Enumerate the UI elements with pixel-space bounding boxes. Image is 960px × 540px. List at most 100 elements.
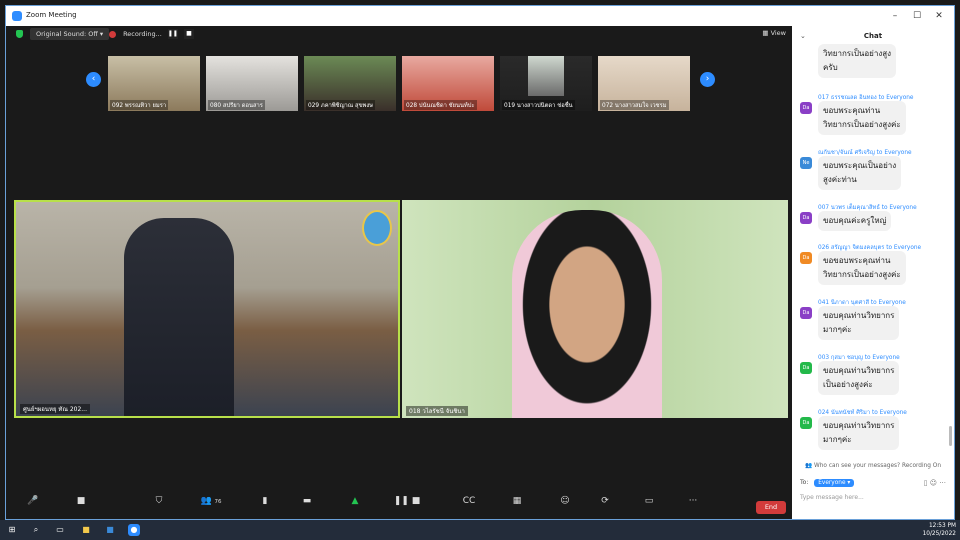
chat-actions: ▯ ☺ ··· (924, 479, 946, 487)
speaker-silhouette (124, 218, 234, 416)
recipient-select[interactable]: Everyone ▾ (814, 479, 855, 487)
maximize-button[interactable]: ☐ (906, 8, 928, 24)
shield-icon: ⛉ (155, 496, 163, 506)
message-line: ขอบคุณท่านวิทยากร (823, 366, 895, 375)
meeting-toolbar: 🎤 ■ ⛉ 👥 76 ▮ ▬ ▲ ❚❚ ■ CC ▦ ☺ ⟳ ▭ ··· End (6, 493, 792, 519)
window-title: Zoom Meeting (26, 11, 77, 19)
avatar: Da (800, 362, 812, 374)
more-button[interactable]: ··· (678, 496, 708, 506)
message-bubble: ขอบพระคุณท่าน วิทยากรเป็นอย่างสูงค่ะ (818, 101, 906, 135)
security-button[interactable]: ⛉ (144, 496, 174, 506)
participant-silhouette (512, 210, 662, 418)
breakout-rooms-button[interactable]: ▦ (502, 496, 532, 506)
app-icon[interactable]: ■ (104, 524, 116, 536)
people-icon: 👥 (804, 463, 815, 469)
emoji-icon[interactable]: ☺ (930, 479, 937, 487)
avatar: Ne (800, 157, 812, 169)
clock-date: 10/25/2022 (922, 531, 956, 537)
participant-thumbnail[interactable]: 029 ภคาพิชิญาณ สุขพงษ (304, 56, 396, 111)
view-grid-icon: ▦ (762, 29, 771, 37)
notice-text: Who can see your messages? Recording On (814, 463, 942, 469)
message-line: ขอขอบพระคุณท่าน (823, 256, 891, 265)
polls-icon: ▮ (262, 496, 268, 506)
prev-page-button[interactable]: ‹ (86, 72, 101, 87)
participant-thumbnail[interactable]: 019 นางสาวปนิตดา ช่อชื่น (500, 56, 592, 111)
more-icon[interactable]: ··· (939, 479, 946, 487)
message-bubble: ขอบคุณค่ะครูใหญ่ (818, 211, 892, 231)
closed-caption-button[interactable]: CC (454, 496, 484, 506)
message-line: วิทยากรเป็นอย่างสูง (823, 49, 892, 58)
breakout-rooms-icon: ▦ (512, 496, 522, 506)
video-name-label: ศูนย์ฯผอนหยุ ทัณ 202... (20, 404, 90, 414)
chat-button[interactable]: ▬ (292, 496, 322, 506)
apps-icon: ⟳ (601, 496, 609, 506)
participant-thumbnail[interactable]: 092 พรรณทิวา ยมรา (108, 56, 200, 111)
message-line: มากๆค่ะ (823, 325, 852, 334)
message-line: ขอบคุณค่ะครูใหญ่ (823, 216, 887, 225)
avatar: Da (800, 212, 812, 224)
participant-thumbnail[interactable]: 028 ปนันณชิดา ชัยนนท์ปะ (402, 56, 494, 111)
file-explorer-icon[interactable]: ■ (80, 524, 92, 536)
participants-button[interactable]: 👥 76 (196, 496, 226, 506)
active-speaker-video[interactable]: ศูนย์ฯผอนหยุ ทัณ 202... (14, 200, 400, 418)
chat-message-list[interactable]: วิทยากรเป็นอย่างสูง ครับ 017 ธรรชณลด อิน… (792, 44, 954, 452)
record-icon: ❚❚ ■ (393, 496, 421, 506)
close-button[interactable]: ✕ (928, 8, 950, 24)
view-button[interactable]: ▦ View (762, 29, 786, 37)
participant-thumbnail[interactable]: 080 สปรียา ดอนสาร (206, 56, 298, 111)
message-line: ครับ (823, 63, 838, 72)
participants-count: 76 (214, 499, 222, 505)
participant-thumbnail[interactable]: 072 นางสาวสมใจ เวชรม (598, 56, 690, 111)
recording-label: Recording... (123, 30, 162, 38)
share-screen-icon: ▲ (351, 496, 359, 506)
stop-recording-icon[interactable]: ■ (183, 29, 194, 39)
title-bar: Zoom Meeting – ☐ ✕ (6, 6, 954, 26)
recipient-value: Everyone (818, 480, 846, 486)
next-page-button[interactable]: › (700, 72, 715, 87)
message-line: มากๆค่ะ (823, 435, 852, 444)
participants-icon: 👥 (200, 496, 212, 506)
polls-button[interactable]: ▮ (250, 496, 280, 506)
windows-start-icon[interactable]: ⊞ (6, 524, 18, 536)
message-line: ขอบพระคุณท่าน (823, 106, 881, 115)
task-view-icon[interactable]: ▭ (54, 524, 66, 536)
pause-recording-icon[interactable]: ❚❚ (167, 29, 178, 39)
cc-icon: CC (462, 496, 476, 506)
end-meeting-button[interactable]: End (756, 501, 786, 514)
file-icon[interactable]: ▯ (924, 479, 928, 487)
chat-panel: ⌄ Chat วิทยากรเป็นอย่างสูง ครับ 017 ธรรช… (792, 26, 954, 519)
participant-video[interactable]: 018 วไลรัชนี จันชินา (402, 200, 788, 418)
camera-icon: ■ (76, 496, 86, 506)
zoom-window: Zoom Meeting – ☐ ✕ Original Sound: Off ▾… (5, 5, 955, 520)
participant-video-crop (528, 56, 564, 96)
share-screen-button[interactable]: ▲ (340, 496, 370, 506)
message-bubble: ขอบคุณท่านวิทยากร เป็นอย่างสูงค่ะ (818, 361, 900, 395)
message-line: ขอบคุณท่านวิทยากร (823, 311, 895, 320)
message-bubble: ขอขอบพระคุณท่าน วิทยากรเป็นอย่างสูงค่ะ (818, 251, 906, 285)
mute-button[interactable]: 🎤 (18, 496, 48, 506)
original-sound-label: Original Sound: Off (36, 30, 98, 38)
avatar: Da (800, 102, 812, 114)
search-icon[interactable]: ⌕ (30, 524, 42, 536)
zoom-taskbar-icon[interactable]: ● (128, 524, 140, 536)
message-line: วิทยากรเป็นอย่างสูงค่ะ (823, 270, 901, 279)
message-bubble: ขอบคุณท่านวิทยากร มากๆค่ะ (818, 306, 900, 340)
whiteboard-button[interactable]: ▭ (634, 496, 664, 506)
record-button[interactable]: ❚❚ ■ (392, 496, 422, 506)
reactions-button[interactable]: ☺ (550, 496, 580, 506)
apps-button[interactable]: ⟳ (590, 496, 620, 506)
chevron-down-icon: ▾ (99, 30, 104, 38)
thumbnail-label: 019 นางสาวปนิตดา ช่อชื่น (502, 100, 575, 110)
chat-title: Chat (863, 32, 883, 40)
avatar: Da (800, 252, 812, 264)
chat-input[interactable]: Type message here... (800, 494, 864, 501)
security-shield-icon[interactable] (16, 30, 23, 38)
chat-scrollbar[interactable] (949, 426, 952, 446)
avatar: Da (800, 307, 812, 319)
message-bubble: ขอบพระคุณเป็นอย่าง สูงค่ะท่าน (818, 156, 902, 190)
minimize-button[interactable]: – (884, 8, 906, 24)
reactions-icon: ☺ (560, 496, 570, 506)
video-button[interactable]: ■ (66, 496, 96, 506)
chat-visibility-notice[interactable]: 👥 Who can see your messages? Recording O… (792, 463, 954, 469)
original-sound-toggle[interactable]: Original Sound: Off ▾ (30, 28, 110, 40)
